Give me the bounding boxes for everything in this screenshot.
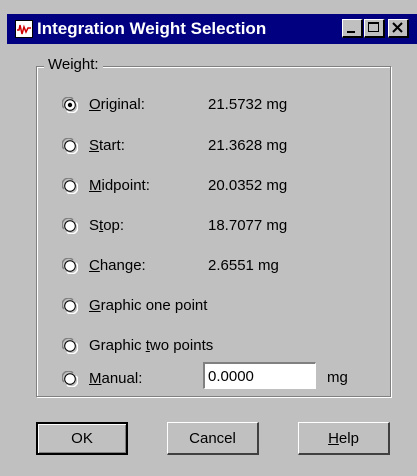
radio-icon[interactable] xyxy=(61,297,79,315)
dialog-window: Integration Weight Selection Weight: Ori… xyxy=(0,0,417,476)
weight-value: 20.0352 mg xyxy=(208,177,288,194)
radio-icon[interactable] xyxy=(61,177,79,195)
weight-value: 21.5732 mg xyxy=(208,96,288,113)
title-bar[interactable]: Integration Weight Selection xyxy=(7,14,417,44)
radio-option-label[interactable]: Midpoint: xyxy=(89,177,150,194)
radio-icon[interactable] xyxy=(61,217,79,235)
waveform-icon xyxy=(15,20,33,38)
radio-icon[interactable] xyxy=(61,137,79,155)
weight-group-label: Weight: xyxy=(44,56,103,73)
radio-option-label[interactable]: Manual: xyxy=(89,370,142,387)
help-button[interactable]: Help xyxy=(298,422,390,455)
radio-option-label[interactable]: Stop: xyxy=(89,217,124,234)
minimize-button[interactable] xyxy=(342,19,363,38)
radio-icon[interactable] xyxy=(61,257,79,275)
radio-option-label[interactable]: Graphic two points xyxy=(89,337,213,354)
radio-icon[interactable] xyxy=(61,370,79,388)
cancel-button-label: Cancel xyxy=(189,429,236,447)
weight-value: 2.6551 mg xyxy=(208,257,279,274)
cancel-button[interactable]: Cancel xyxy=(167,422,259,455)
manual-weight-input[interactable] xyxy=(203,362,316,389)
ok-button[interactable]: OK xyxy=(36,422,128,455)
help-button-label: Help xyxy=(328,429,359,447)
radio-option-label[interactable]: Change: xyxy=(89,257,146,274)
weight-value: 21.3628 mg xyxy=(208,137,288,154)
ok-button-label: OK xyxy=(71,430,93,447)
radio-option-label[interactable]: Original: xyxy=(89,96,145,113)
close-button[interactable] xyxy=(388,19,409,38)
radio-option-label[interactable]: Start: xyxy=(89,137,125,154)
radio-selected-icon[interactable] xyxy=(61,96,79,114)
radio-option-label[interactable]: Graphic one point xyxy=(89,297,207,314)
maximize-button[interactable] xyxy=(364,19,385,38)
weight-value: 18.7077 mg xyxy=(208,217,288,234)
radio-icon[interactable] xyxy=(61,337,79,355)
manual-unit-label: mg xyxy=(327,369,348,386)
window-title: Integration Weight Selection xyxy=(37,19,267,38)
